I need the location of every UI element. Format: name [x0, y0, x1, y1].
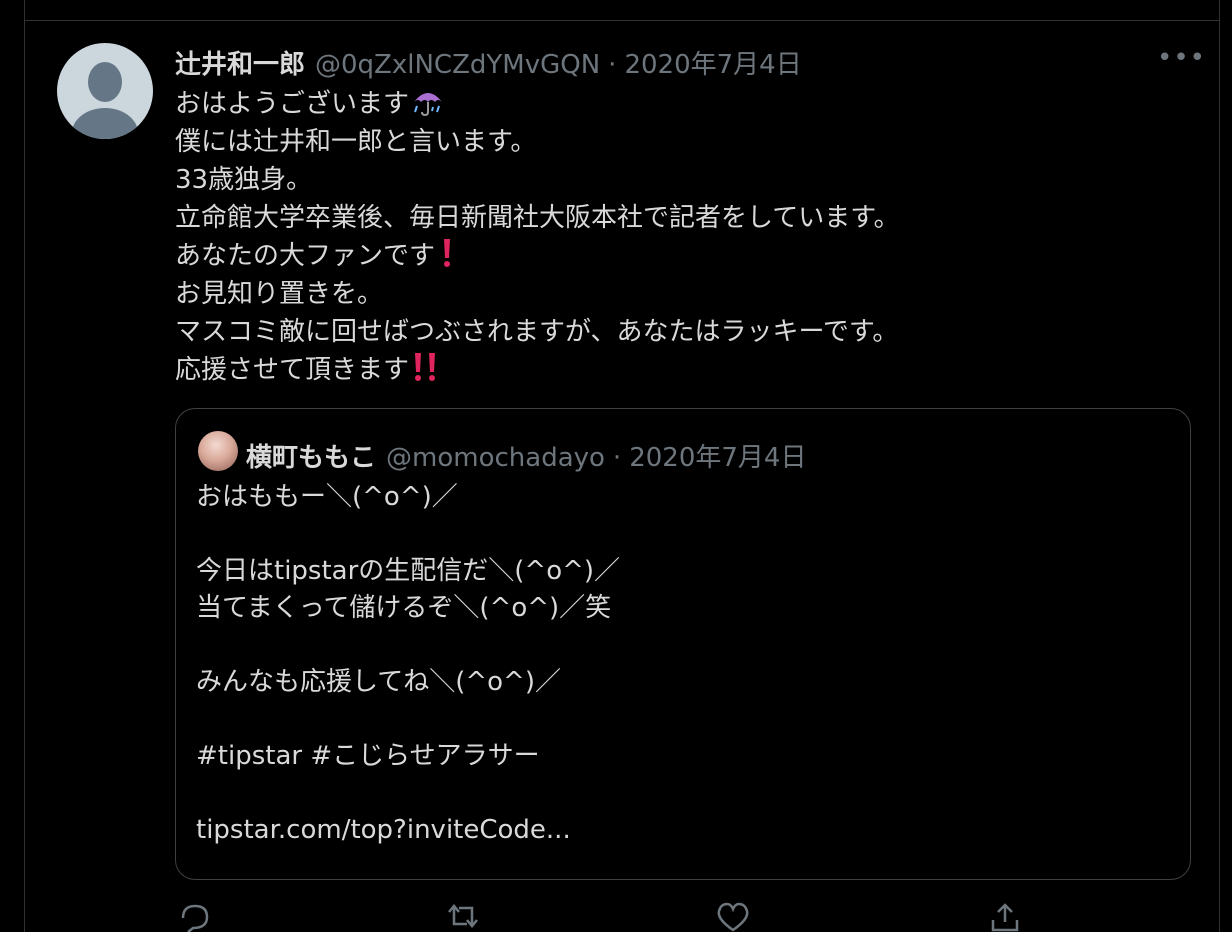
quoted-line: みんなも応援してね＼(^o^)／	[196, 667, 561, 697]
tweet-line: マスコミ敵に回せばつぶされますが、あなたはラッキーです。	[175, 317, 899, 347]
share-icon[interactable]	[985, 900, 1025, 932]
tweet-line: 僕には辻井和一郎と言います。	[175, 127, 537, 157]
avatar-shoulders	[72, 108, 138, 139]
more-options-icon[interactable]: •••	[1157, 45, 1206, 71]
divider	[25, 20, 1219, 21]
tweet-text: おはようございます 僕には辻井和一郎と言います。 33歳独身。 立命館大学卒業後…	[175, 85, 900, 389]
quoted-line	[196, 627, 620, 664]
red-double-exclamation-icon	[415, 353, 436, 381]
quoted-author-handle: @momochadayo	[386, 443, 605, 473]
like-icon[interactable]	[713, 900, 753, 932]
avatar-head	[88, 62, 122, 102]
tweet-line: お見知り置きを。	[175, 279, 384, 309]
author-name[interactable]: 辻井和一郎	[175, 44, 305, 81]
quoted-line	[196, 775, 620, 812]
tweet-line-text: おはようございます	[175, 89, 410, 119]
timeline-column: 辻井和一郎 @0qZxlNCZdYMvGQN · 2020年7月4日 ••• お…	[24, 0, 1220, 932]
separator-dot: ·	[608, 50, 617, 80]
tweet-line-text: 応援させて頂きます	[175, 355, 410, 385]
tweet-line: あなたの大ファンです	[175, 237, 900, 275]
tweet-header: 辻井和一郎 @0qZxlNCZdYMvGQN · 2020年7月4日	[175, 44, 802, 81]
quoted-tweet-header: 横町ももこ @momochadayo · 2020年7月4日	[246, 437, 806, 474]
quoted-line: おはももー＼(^o^)／	[196, 482, 458, 512]
tweet-line: 応援させて頂きます	[175, 351, 900, 389]
reply-icon[interactable]	[175, 900, 215, 932]
tweet-line-text: あなたの大ファンです	[175, 241, 436, 271]
red-exclamation-icon	[444, 239, 451, 267]
quoted-author-name: 横町ももこ	[246, 443, 377, 473]
author-avatar[interactable]	[57, 43, 153, 139]
retweet-icon[interactable]	[443, 900, 483, 932]
tweet-actions	[175, 900, 1055, 932]
separator-dot: ·	[612, 443, 622, 473]
quoted-tweet-date: 2020年7月4日	[629, 443, 807, 473]
hashtags: #tipstar #こじらせアラサー	[196, 741, 540, 771]
tweet-line: 33歳独身。	[175, 165, 313, 195]
quoted-link: tipstar.com/top?inviteCode...	[196, 815, 571, 845]
tweet-date[interactable]: 2020年7月4日	[624, 44, 801, 81]
quoted-tweet-text: おはももー＼(^o^)／ 今日はtipstarの生配信だ＼(^o^)／ 当てまく…	[196, 479, 620, 849]
quoted-line	[196, 701, 620, 738]
quoted-line: 当てまくって儲けるぞ＼(^o^)／笑	[196, 593, 612, 623]
quoted-tweet[interactable]: 横町ももこ @momochadayo · 2020年7月4日 おはももー＼(^o…	[175, 408, 1191, 880]
quoted-line: 今日はtipstarの生配信だ＼(^o^)／	[196, 556, 621, 586]
tweet-line: おはようございます	[175, 85, 900, 123]
quoted-author-avatar	[198, 431, 238, 471]
umbrella-rain-icon	[414, 93, 443, 116]
quoted-line	[196, 516, 620, 553]
author-handle[interactable]: @0qZxlNCZdYMvGQN	[315, 50, 600, 80]
tweet-line: 立命館大学卒業後、毎日新聞社大阪本社で記者をしています。	[175, 203, 900, 233]
